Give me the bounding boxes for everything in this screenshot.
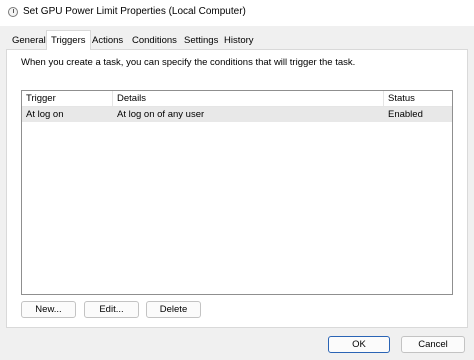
triggers-list[interactable]: Trigger Details Status At log on At log …	[21, 90, 453, 295]
table-row[interactable]: At log on At log on of any user Enabled	[22, 107, 452, 122]
list-header: Trigger Details Status	[22, 91, 452, 107]
ok-button[interactable]: OK	[328, 336, 390, 353]
cell-status: Enabled	[388, 109, 423, 120]
tab-conditions[interactable]: Conditions	[128, 32, 181, 49]
triggers-panel: When you create a task, you can specify …	[6, 49, 468, 328]
column-header-status[interactable]: Status	[384, 91, 452, 106]
tab-history[interactable]: History	[220, 32, 258, 49]
cell-details: At log on of any user	[117, 109, 205, 120]
cancel-button[interactable]: Cancel	[401, 336, 465, 353]
tab-triggers[interactable]: Triggers	[46, 30, 91, 50]
edit-button[interactable]: Edit...	[84, 301, 139, 318]
tab-general[interactable]: General	[8, 32, 50, 49]
tab-settings[interactable]: Settings	[180, 32, 222, 49]
clock-icon	[8, 7, 18, 17]
triggers-description: When you create a task, you can specify …	[21, 57, 356, 68]
window-title: Set GPU Power Limit Properties (Local Co…	[23, 6, 246, 17]
title-bar[interactable]: Set GPU Power Limit Properties (Local Co…	[0, 0, 474, 26]
column-header-trigger[interactable]: Trigger	[22, 91, 112, 106]
tab-actions[interactable]: Actions	[88, 32, 127, 49]
delete-button[interactable]: Delete	[146, 301, 201, 318]
new-button[interactable]: New...	[21, 301, 76, 318]
column-header-details[interactable]: Details	[113, 91, 383, 106]
cell-trigger: At log on	[26, 109, 64, 120]
tab-strip: General Triggers Actions Conditions Sett…	[6, 30, 468, 50]
